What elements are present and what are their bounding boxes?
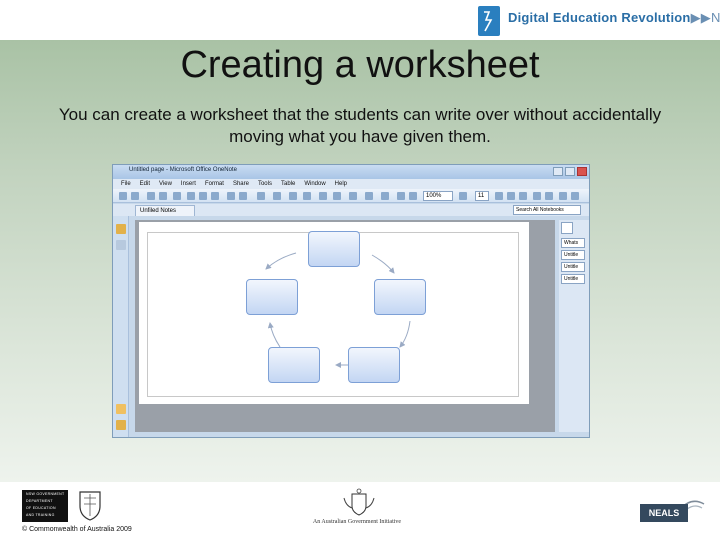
outlook-icon[interactable] <box>409 192 417 200</box>
link-icon[interactable] <box>397 192 405 200</box>
italic-icon[interactable] <box>507 192 515 200</box>
bullets-icon[interactable] <box>559 192 567 200</box>
neals-logo: NEALS <box>640 504 688 522</box>
pan-icon[interactable] <box>349 192 357 200</box>
unfiled-notes-icon[interactable] <box>116 240 126 250</box>
menu-view[interactable]: View <box>159 179 172 189</box>
open-icon[interactable] <box>159 192 167 200</box>
menu-help[interactable]: Help <box>335 179 347 189</box>
cycle-node-top[interactable] <box>308 231 360 267</box>
maximize-button[interactable] <box>565 167 575 176</box>
dept-logo-line: DEPARTMENT <box>26 499 53 503</box>
coat-of-arms-icon <box>343 488 375 516</box>
tag-icon[interactable] <box>273 192 281 200</box>
der-logo-icon <box>478 6 500 36</box>
window-titlebar: Untitled page - Microsoft Office OneNote <box>113 165 589 179</box>
slide-title: Creating a worksheet <box>180 44 540 86</box>
cycle-node-bottom-right[interactable] <box>348 347 400 383</box>
notebook-nav-pane <box>113 216 129 437</box>
numbering-icon[interactable] <box>571 192 579 200</box>
search-input[interactable]: Search All Notebooks <box>513 205 581 215</box>
underline-icon[interactable] <box>519 192 527 200</box>
page-tab[interactable]: Untitle <box>561 250 585 260</box>
page-tab[interactable]: Untitle <box>561 262 585 272</box>
menu-tools[interactable]: Tools <box>258 179 272 189</box>
gov-initiative-text: An Australian Government Initiative <box>312 519 402 525</box>
header-strip: Digital Education Revolution▶▶NSW <box>0 0 720 40</box>
nsw-crest-icon <box>79 491 101 521</box>
bold-icon[interactable] <box>495 192 503 200</box>
font-color-icon[interactable] <box>545 192 553 200</box>
menu-insert[interactable]: Insert <box>181 179 196 189</box>
section-tab-row: Unfiled Notes Search All Notebooks <box>113 204 589 216</box>
print-icon[interactable] <box>173 192 181 200</box>
copy-icon[interactable] <box>199 192 207 200</box>
window-title: Untitled page - Microsoft Office OneNote <box>129 167 237 173</box>
page-canvas-area <box>135 220 555 432</box>
unfiled-notes-icon[interactable] <box>116 404 126 414</box>
text-icon[interactable] <box>257 192 265 200</box>
page-tabs-pane: Whats Untitle Untitle Untitle <box>559 220 589 432</box>
cycle-node-bottom-left[interactable] <box>268 347 320 383</box>
worksheet-container <box>147 231 519 397</box>
selection-icon[interactable] <box>319 192 327 200</box>
all-notebooks-icon[interactable] <box>116 420 126 430</box>
zoom-select[interactable]: 100% <box>423 191 453 201</box>
insert-space-icon[interactable] <box>365 192 373 200</box>
note-page[interactable] <box>139 222 529 404</box>
menu-format[interactable]: Format <box>205 179 224 189</box>
toolbar: 100% 11 <box>113 189 589 203</box>
minimize-button[interactable] <box>553 167 563 176</box>
redo-icon[interactable] <box>239 192 247 200</box>
forward-icon[interactable] <box>131 192 139 200</box>
cycle-node-right[interactable] <box>374 279 426 315</box>
menu-share[interactable]: Share <box>233 179 249 189</box>
pen-icon[interactable] <box>289 192 297 200</box>
copyright-text: © Commonwealth of Australia 2009 <box>22 526 132 533</box>
tab-unfiled-notes[interactable]: Unfiled Notes <box>135 205 195 216</box>
new-page-icon[interactable] <box>147 192 155 200</box>
font-size-select[interactable]: 11 <box>475 191 489 201</box>
lasso-icon[interactable] <box>333 192 341 200</box>
menu-window[interactable]: Window <box>304 179 325 189</box>
shapes-icon[interactable] <box>381 192 389 200</box>
cycle-node-left[interactable] <box>246 279 298 315</box>
slide-subtitle: You can create a worksheet that the stud… <box>58 105 662 146</box>
menu-bar: File Edit View Insert Format Share Tools… <box>113 179 589 189</box>
font-icon[interactable] <box>459 192 467 200</box>
page-tab[interactable]: Whats <box>561 238 585 248</box>
notebook-icon[interactable] <box>116 224 126 234</box>
menu-table[interactable]: Table <box>281 179 295 189</box>
new-page-button[interactable] <box>561 222 573 234</box>
back-icon[interactable] <box>119 192 127 200</box>
dept-logo-line: NSW GOVERNMENT <box>26 492 65 496</box>
menu-edit[interactable]: Edit <box>140 179 150 189</box>
eraser-icon[interactable] <box>303 192 311 200</box>
cut-icon[interactable] <box>187 192 195 200</box>
arrow-icon: ▶▶ <box>690 10 711 25</box>
paste-icon[interactable] <box>211 192 219 200</box>
close-button[interactable] <box>577 167 587 176</box>
dept-logo-line: AND TRAINING <box>26 513 55 517</box>
highlight-icon[interactable] <box>533 192 541 200</box>
page-tab[interactable]: Untitle <box>561 274 585 284</box>
menu-file[interactable]: File <box>121 179 131 189</box>
undo-icon[interactable] <box>227 192 235 200</box>
onenote-window: Untitled page - Microsoft Office OneNote… <box>112 164 590 438</box>
der-logo-text: Digital Education Revolution▶▶NSW <box>508 10 720 25</box>
dept-logo-line: OF EDUCATION <box>26 506 56 510</box>
dept-education-logo: NSW GOVERNMENT DEPARTMENT OF EDUCATION A… <box>22 490 68 522</box>
